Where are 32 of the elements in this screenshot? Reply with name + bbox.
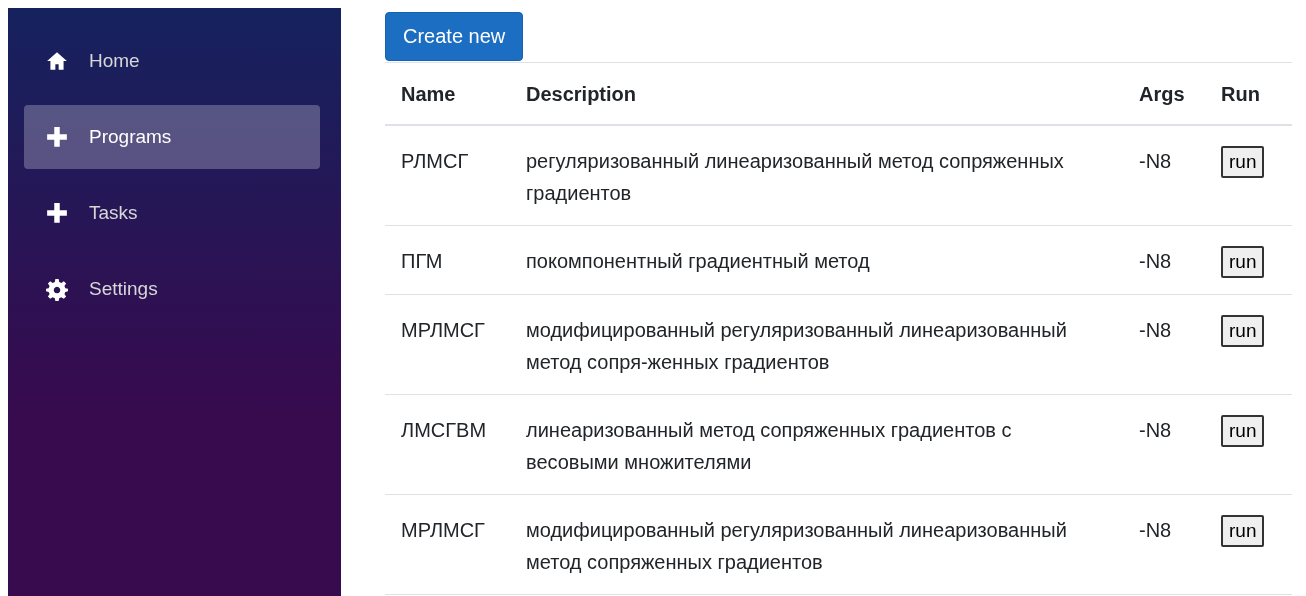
program-name: ПГМ xyxy=(401,250,443,272)
program-description: модифицированный регуляризованный линеаризованный метод сопряженных градиентов xyxy=(526,519,1067,573)
program-name: МРЛМСГ xyxy=(401,519,485,541)
program-name: МРЛМСГ xyxy=(401,319,485,341)
create-new-button[interactable]: Create new xyxy=(385,12,524,61)
column-header: Description xyxy=(526,83,637,105)
program-args: -N8 xyxy=(1139,150,1172,172)
program-description: линеаризованный метод сопряженных градиентов с весовыми множителями xyxy=(526,419,1012,473)
settings-icon xyxy=(46,277,68,301)
program-description: модифицированный регуляризованный линеаризованный метод сопря-женных градиентов xyxy=(526,319,1067,373)
plus-icon xyxy=(46,125,68,149)
column-header: Name xyxy=(401,83,456,105)
program-description: покомпонентный градиентный метод xyxy=(526,250,870,272)
nav-item[interactable]: Tasks xyxy=(24,181,320,245)
program-description: регуляризованный линеаризованный метод сопряженных градиентов xyxy=(526,150,1064,204)
nav-item[interactable]: Settings xyxy=(24,257,320,321)
program-args: -N8 xyxy=(1139,250,1172,272)
run-button[interactable]: run xyxy=(1221,246,1265,278)
run-button[interactable]: run xyxy=(1221,146,1265,178)
program-args: -N8 xyxy=(1139,319,1172,341)
column-header: Args xyxy=(1139,83,1185,105)
column-header: Run xyxy=(1221,83,1260,105)
nav-item[interactable]: Programs xyxy=(24,105,320,169)
run-button[interactable]: run xyxy=(1221,415,1265,447)
program-name: РЛМСГ xyxy=(401,150,469,172)
program-args: -N8 xyxy=(1139,419,1172,441)
program-args: -N8 xyxy=(1139,519,1172,541)
run-button[interactable]: run xyxy=(1221,515,1265,547)
run-button[interactable]: run xyxy=(1221,315,1265,347)
program-name: ЛМСГВМ xyxy=(401,419,487,441)
nav-item[interactable]: Home xyxy=(24,29,320,93)
plus-icon xyxy=(46,201,68,225)
